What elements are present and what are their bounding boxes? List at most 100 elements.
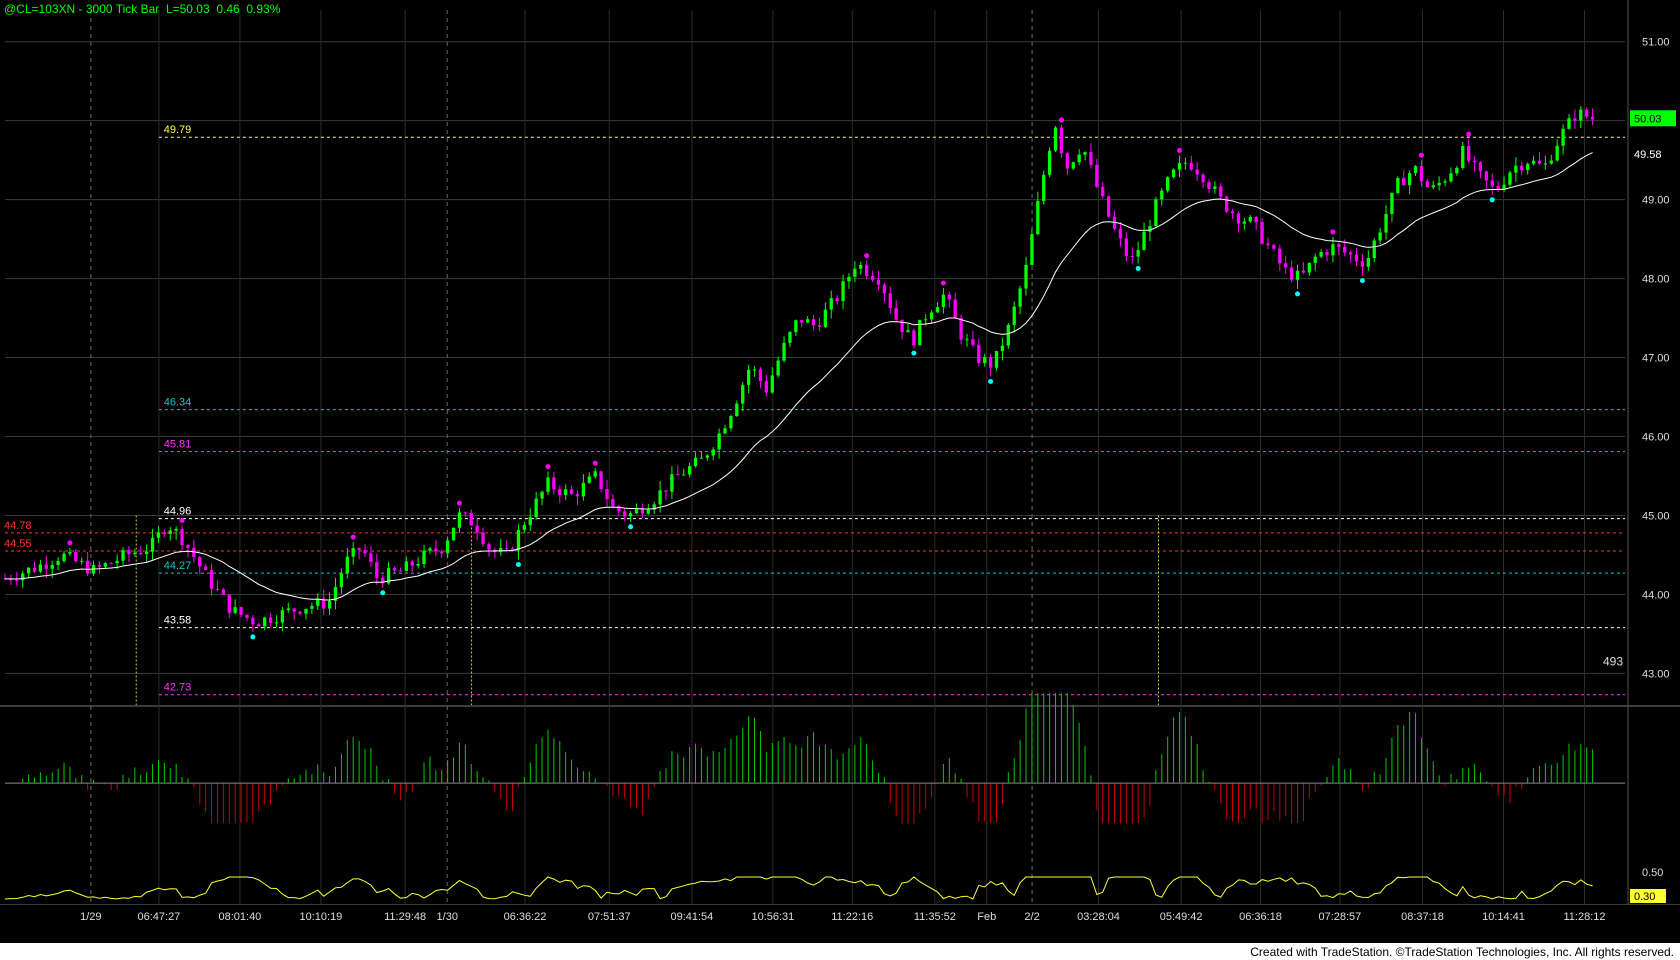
swing-high-marker: [1418, 152, 1424, 158]
reference-level-label: 49.79: [164, 124, 192, 136]
candle-body: [1348, 252, 1353, 255]
candle-body: [1490, 180, 1494, 187]
candle-body: [764, 380, 768, 393]
candle-body: [369, 553, 373, 563]
candle-body: [676, 474, 680, 476]
candle-body: [1171, 169, 1176, 178]
candle-body: [605, 488, 609, 500]
candle-body: [180, 528, 184, 546]
candle-body: [215, 588, 220, 590]
candle-body: [257, 624, 261, 627]
x-tick-label: 10:14:41: [1482, 911, 1525, 923]
candle-body: [1065, 153, 1069, 169]
candle-body: [1407, 173, 1412, 186]
candle-body: [1590, 116, 1595, 120]
candle-body: [1047, 150, 1052, 175]
oscillator-line: [4, 876, 1593, 900]
x-tick-label: 09:41:54: [670, 911, 713, 923]
candle-body: [1118, 228, 1123, 239]
candle-body: [687, 466, 692, 475]
candle-body: [1579, 109, 1583, 121]
candle-body: [800, 320, 804, 323]
candle-body: [546, 477, 550, 492]
candle-body: [32, 567, 37, 572]
candle-body: [327, 600, 332, 609]
candle-body: [286, 608, 290, 611]
candle-body: [280, 610, 285, 623]
candle-body: [1543, 163, 1548, 165]
symbol-text: @CL=103XN - 3000 Tick Bar: [4, 2, 160, 16]
candle-body: [752, 369, 757, 371]
ma-price-label: 49.58: [1634, 149, 1662, 161]
y-tick-label: 47.00: [1642, 353, 1670, 365]
candle-body: [1106, 196, 1111, 217]
swing-low-marker: [1489, 197, 1495, 203]
candle-body: [97, 565, 102, 567]
candle-body: [74, 552, 78, 562]
candle-body: [1331, 244, 1335, 256]
reference-level-label: 44.78: [4, 520, 32, 532]
candle-body: [983, 357, 987, 364]
candle-body: [50, 564, 54, 569]
candle-body: [1337, 244, 1341, 247]
candle-body: [1236, 213, 1241, 224]
x-tick-label: 07:28:57: [1318, 911, 1361, 923]
candle-body: [788, 332, 792, 343]
swing-high-marker: [1330, 229, 1336, 235]
candle-body: [1183, 162, 1188, 164]
candle-body: [758, 369, 763, 381]
swing-high-marker: [456, 500, 462, 506]
candle-body: [1461, 146, 1465, 168]
candle-body: [994, 350, 999, 368]
candle-body: [1325, 252, 1329, 256]
candle-body: [392, 568, 397, 571]
candle-body: [723, 428, 727, 434]
candle-body: [198, 557, 202, 567]
candle-body: [900, 319, 904, 333]
x-tick-label: 10:56:31: [751, 911, 794, 923]
candle-body: [1484, 171, 1489, 181]
swing-high-marker: [350, 534, 356, 540]
reference-level-label: 46.34: [164, 397, 192, 409]
candle-body: [847, 276, 851, 282]
candle-body: [56, 561, 60, 565]
candle-body: [1520, 165, 1524, 171]
candle-body: [487, 544, 491, 550]
candle-body: [1254, 216, 1258, 223]
candle-body: [1024, 264, 1028, 289]
candle-body: [251, 617, 255, 625]
candle-body: [806, 319, 810, 323]
x-tick-label: 06:47:27: [137, 911, 180, 923]
candle-body: [977, 344, 981, 364]
candle-body: [628, 513, 633, 517]
candle-body: [682, 474, 686, 476]
candle-body: [587, 476, 591, 483]
candle-body: [746, 369, 751, 385]
candle-body: [68, 552, 72, 554]
candle-body: [1278, 248, 1282, 264]
candle-body: [729, 415, 733, 429]
candle-body: [1213, 186, 1217, 189]
candle-body: [988, 357, 993, 368]
candle-body: [351, 548, 355, 557]
candle-body: [274, 622, 279, 624]
candle-body: [1154, 199, 1158, 227]
candle-body: [611, 499, 615, 507]
candle-body: [1467, 146, 1471, 161]
candle-body: [375, 562, 379, 578]
x-tick-label: 1/29: [80, 911, 101, 923]
candle-body: [1166, 177, 1170, 191]
candle-body: [1419, 166, 1424, 182]
candle-body: [1396, 177, 1400, 193]
x-tick-label: 08:37:18: [1401, 911, 1444, 923]
candle-body: [1260, 222, 1264, 244]
candle-body: [1508, 172, 1512, 185]
x-tick-label: 03:28:04: [1077, 911, 1120, 923]
candle-body: [428, 548, 432, 551]
candle-body: [227, 594, 231, 613]
candle-body: [21, 573, 25, 581]
candle-body: [85, 560, 90, 574]
candle-body: [569, 489, 574, 494]
candle-body: [581, 482, 586, 497]
price-chart[interactable]: 51.0050.0049.0048.0047.0046.0045.0044.00…: [0, 0, 1680, 943]
